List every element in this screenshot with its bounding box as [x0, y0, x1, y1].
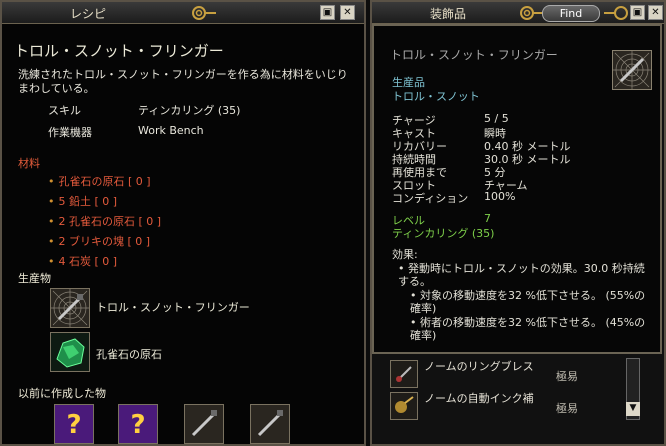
- effect-sub: • 対象の移動速度を32 %低下させる。 (55%の確率): [410, 289, 646, 315]
- stat-value: 100%: [484, 190, 516, 203]
- web-tool-icon: [612, 50, 652, 90]
- tool-icon[interactable]: [250, 404, 290, 444]
- skill-label: スキル: [48, 104, 81, 117]
- bullet-icon: •: [398, 262, 408, 275]
- ornament-icon: [520, 6, 544, 20]
- products-header: 生産物: [18, 272, 51, 285]
- material-item[interactable]: • 2 ブリキの塊 [ 0 ]: [48, 233, 150, 249]
- level-value: 7: [484, 212, 491, 225]
- bullet-icon: •: [48, 235, 55, 248]
- product-label: トロル・スノット・フリンガー: [96, 301, 250, 314]
- bracelet-icon: [390, 360, 418, 388]
- recipe-item-name: トロル・スノット・フリンガー: [14, 42, 224, 60]
- pin-button[interactable]: ▣: [630, 5, 645, 20]
- question-icon[interactable]: ?: [118, 404, 158, 444]
- product-label: 孔雀石の原石: [96, 348, 162, 361]
- tooltip-subcategory: トロル・スノット: [392, 90, 480, 103]
- jewelry-titlebar[interactable]: 装飾品 Find ▣ ✕: [372, 2, 664, 24]
- svg-text:?: ?: [130, 410, 145, 440]
- bullet-icon: •: [48, 195, 55, 208]
- web-tool-icon[interactable]: [50, 288, 90, 328]
- close-button[interactable]: ✕: [340, 5, 355, 20]
- material-item[interactable]: • 5 鉛土 [ 0 ]: [48, 193, 117, 209]
- list-item[interactable]: ノームのリングブレス 極易: [390, 360, 620, 390]
- ornament-icon: [192, 6, 216, 20]
- item-tooltip: トロル・スノット・フリンガー 生産品 トロル・スノット チャージ 5 / 5 キ…: [372, 24, 662, 354]
- tool-icon[interactable]: [184, 404, 224, 444]
- materials-header: 材料: [18, 157, 40, 170]
- find-button[interactable]: Find: [542, 5, 600, 22]
- bullet-icon: •: [48, 255, 55, 268]
- ink-tool-icon: [390, 392, 418, 420]
- bullet-icon: •: [48, 175, 55, 188]
- tooltip-item-name: トロル・スノット・フリンガー: [390, 48, 558, 62]
- device-value: Work Bench: [138, 124, 204, 137]
- list-item-difficulty: 極易: [556, 370, 578, 383]
- recipe-window: レシピ ▣ ✕ トロル・スノット・フリンガー 洗練されたトロル・スノット・フリン…: [0, 0, 366, 446]
- question-icon[interactable]: ?: [54, 404, 94, 444]
- skill-requirement: ティンカリング (35): [392, 227, 495, 240]
- material-item[interactable]: • 2 孔雀石の原石 [ 0 ]: [48, 213, 161, 229]
- list-item-name: ノームの自動インク補: [424, 392, 534, 405]
- ornament-icon: [604, 6, 628, 20]
- svg-text:?: ?: [66, 410, 81, 440]
- bullet-icon: •: [48, 215, 55, 228]
- effect-header: 効果:: [392, 248, 418, 261]
- material-item[interactable]: • 孔雀石の原石 [ 0 ]: [48, 173, 151, 189]
- device-label: 作業機器: [48, 126, 92, 139]
- malachite-icon[interactable]: [50, 332, 90, 372]
- list-item[interactable]: ノームの自動インク補 極易: [390, 392, 620, 422]
- scroll-down-icon[interactable]: ▼: [626, 402, 640, 416]
- list-item-difficulty: 極易: [556, 402, 578, 415]
- pin-button[interactable]: ▣: [320, 5, 335, 20]
- list-item-name: ノームのリングブレス: [424, 360, 534, 373]
- bullet-icon: •: [410, 316, 420, 329]
- previous-header: 以前に作成した物: [18, 387, 106, 400]
- recipe-titlebar[interactable]: レシピ ▣ ✕: [2, 2, 364, 24]
- stat-value: 5 / 5: [484, 112, 509, 125]
- recipe-description: 洗練されたトロル・スノット・フリンガーを作る為に材料をいじりまわしている。: [18, 68, 348, 95]
- stat-label: コンディション: [392, 192, 469, 205]
- close-button[interactable]: ✕: [648, 5, 663, 20]
- material-item[interactable]: • 4 石炭 [ 0 ]: [48, 253, 117, 269]
- effect-main: • 発動時にトロル・スノットの効果。30.0 秒持続する。: [398, 262, 645, 288]
- effect-sub: • 術者の移動速度を32 %低下させる。 (45%の確率): [410, 316, 646, 342]
- bullet-icon: •: [410, 289, 420, 302]
- jewelry-window-title: 装飾品: [430, 7, 467, 21]
- skill-value: ティンカリング (35): [138, 104, 241, 116]
- recipe-window-title: レシピ: [70, 7, 107, 21]
